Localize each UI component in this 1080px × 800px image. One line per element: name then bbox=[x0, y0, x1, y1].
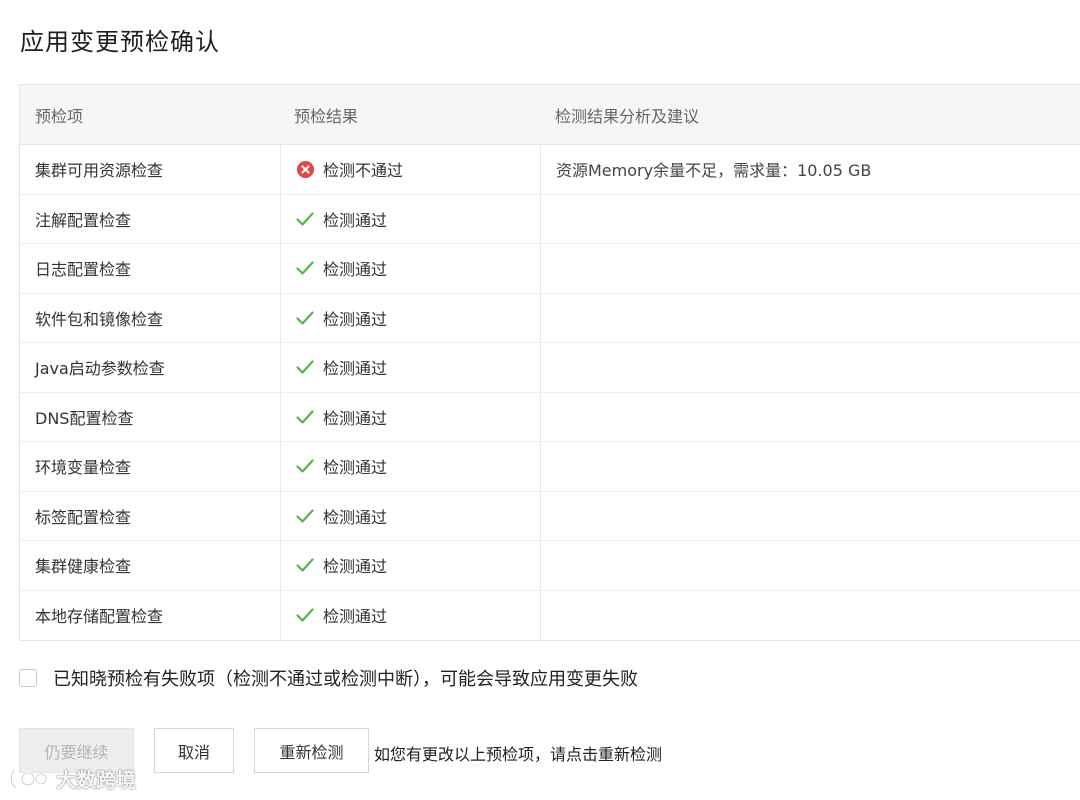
watermark-text: 大数跨境 bbox=[56, 768, 136, 792]
check-result: 检测通过 bbox=[280, 442, 540, 491]
check-item-name: Java启动参数检查 bbox=[35, 359, 165, 379]
check-icon bbox=[295, 407, 315, 427]
check-result-text: 检测不通过 bbox=[323, 161, 404, 181]
check-item-name: 标签配置检查 bbox=[35, 507, 132, 527]
precheck-table: 预检项 预检结果 检测结果分析及建议 集群可用资源检查 检测不通过 资源Memory… bbox=[19, 84, 1080, 641]
cancel-button[interactable]: 取消 bbox=[154, 728, 234, 773]
check-item-name: 软件包和镜像检查 bbox=[35, 309, 164, 329]
check-item-name: 本地存储配置检查 bbox=[35, 607, 164, 627]
check-advice bbox=[540, 244, 1080, 293]
check-item-name: 日志配置检查 bbox=[35, 260, 132, 280]
check-result-text: 检测通过 bbox=[323, 260, 388, 280]
check-icon bbox=[295, 506, 315, 526]
table-row: Java启动参数检查 检测通过 bbox=[20, 343, 1080, 393]
table-row: 集群可用资源检查 检测不通过 资源Memory余量不足，需求量：10.05 GB bbox=[20, 145, 1080, 195]
check-advice bbox=[540, 541, 1080, 590]
check-item-name: DNS配置检查 bbox=[35, 408, 134, 428]
check-result: 检测通过 bbox=[280, 244, 540, 293]
watermark-logo-icon bbox=[10, 768, 48, 789]
check-result: 检测通过 bbox=[280, 590, 540, 640]
table-row: 日志配置检查 检测通过 bbox=[20, 244, 1080, 294]
error-circle-icon bbox=[295, 159, 315, 179]
check-icon bbox=[295, 209, 315, 229]
confirm-row[interactable]: 已知晓预检有失败项（检测不通过或检测中断），可能会导致应用变更失败 bbox=[19, 665, 638, 691]
table-body: 集群可用资源检查 检测不通过 资源Memory余量不足，需求量：10.05 GB 注解… bbox=[20, 145, 1080, 640]
check-advice bbox=[540, 194, 1080, 243]
check-result: 检测不通过 bbox=[280, 145, 540, 194]
check-advice: 资源Memory余量不足，需求量：10.05 GB bbox=[540, 145, 1080, 194]
table-row: 注解配置检查 检测通过 bbox=[20, 194, 1080, 244]
confirm-label: 已知晓预检有失败项（检测不通过或检测中断），可能会导致应用变更失败 bbox=[53, 669, 638, 690]
check-advice bbox=[540, 293, 1080, 342]
check-result-text: 检测通过 bbox=[323, 607, 388, 627]
check-result-text: 检测通过 bbox=[323, 408, 388, 428]
check-result: 检测通过 bbox=[280, 541, 540, 590]
table-row: DNS配置检查 检测通过 bbox=[20, 392, 1080, 442]
confirm-checkbox[interactable] bbox=[19, 669, 37, 687]
check-result-text: 检测通过 bbox=[323, 210, 388, 230]
check-item-name: 集群可用资源检查 bbox=[35, 161, 164, 181]
recheck-button[interactable]: 重新检测 bbox=[254, 728, 369, 773]
precheck-page: 应用变更预检确认 预检项 预检结果 检测结果分析及建议 集群可用资源检查 检测不通… bbox=[0, 0, 1080, 800]
page-title: 应用变更预检确认 bbox=[20, 28, 220, 56]
recheck-hint: 如您有更改以上预检项，请点击重新检测 bbox=[374, 745, 663, 764]
check-icon bbox=[295, 456, 315, 476]
check-result-text: 检测通过 bbox=[323, 507, 388, 527]
header-result: 预检结果 bbox=[294, 106, 359, 126]
check-item-name: 注解配置检查 bbox=[35, 210, 132, 230]
check-result-text: 检测通过 bbox=[323, 359, 388, 379]
check-icon bbox=[295, 357, 315, 377]
check-advice bbox=[540, 442, 1080, 491]
table-row: 软件包和镜像检查 检测通过 bbox=[20, 293, 1080, 343]
table-row: 环境变量检查 检测通过 bbox=[20, 442, 1080, 492]
table-row: 本地存储配置检查 检测通过 bbox=[20, 590, 1080, 640]
check-result: 检测通过 bbox=[280, 491, 540, 540]
header-item: 预检项 bbox=[35, 106, 84, 126]
check-advice bbox=[540, 491, 1080, 540]
table-row: 集群健康检查 检测通过 bbox=[20, 541, 1080, 591]
check-item-name: 环境变量检查 bbox=[35, 458, 132, 478]
check-icon bbox=[295, 555, 315, 575]
check-result: 检测通过 bbox=[280, 392, 540, 441]
check-result: 检测通过 bbox=[280, 194, 540, 243]
check-result-text: 检测通过 bbox=[323, 309, 388, 329]
check-result: 检测通过 bbox=[280, 293, 540, 342]
check-result-text: 检测通过 bbox=[323, 557, 388, 577]
check-icon bbox=[295, 605, 315, 625]
check-icon bbox=[295, 258, 315, 278]
check-icon bbox=[295, 308, 315, 328]
check-result-text: 检测通过 bbox=[323, 458, 388, 478]
table-header: 预检项 预检结果 检测结果分析及建议 bbox=[20, 85, 1080, 145]
watermark: 大数跨境 bbox=[8, 764, 136, 793]
check-advice bbox=[540, 392, 1080, 441]
check-result: 检测通过 bbox=[280, 343, 540, 392]
check-advice bbox=[540, 343, 1080, 392]
check-advice bbox=[540, 590, 1080, 640]
check-item-name: 集群健康检查 bbox=[35, 557, 132, 577]
table-row: 标签配置检查 检测通过 bbox=[20, 491, 1080, 541]
header-advice: 检测结果分析及建议 bbox=[555, 106, 700, 126]
